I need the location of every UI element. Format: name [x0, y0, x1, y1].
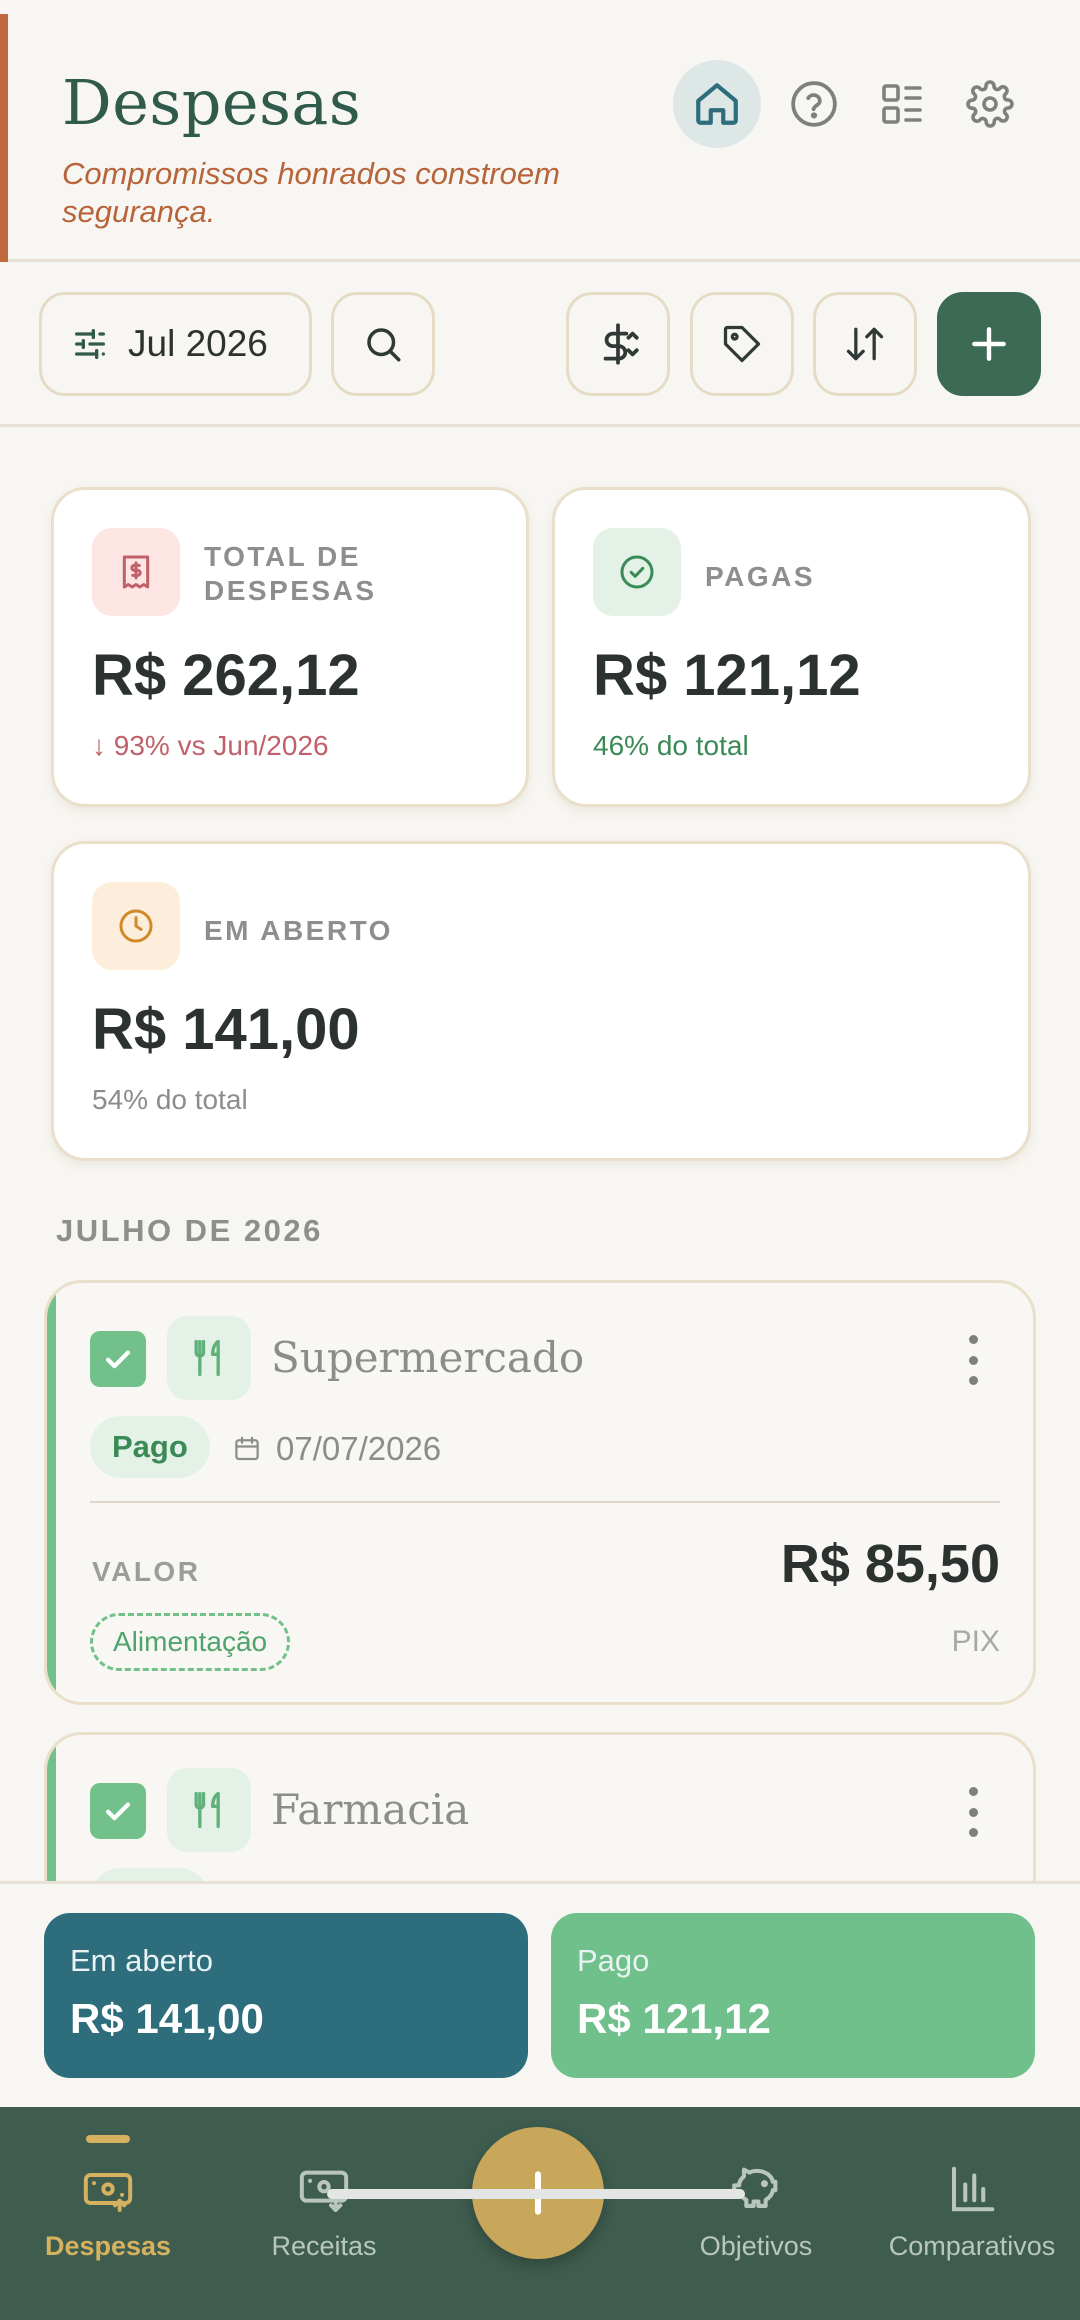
bar-chart-icon — [951, 2166, 995, 2212]
total-amount: R$ 262,12 — [92, 643, 360, 708]
month-section-title: JULHO DE 2026 — [56, 1213, 323, 1248]
money-out-icon — [83, 2173, 133, 2212]
due-date-text: 07/07/2026 — [276, 1430, 442, 1467]
page-subtitle: Compromissos honrados constroem seguranç… — [62, 156, 560, 229]
nav-item-objetivos[interactable]: Objetivos — [648, 2107, 864, 2320]
nav-label: Despesas — [44, 2231, 172, 2261]
utensils-icon — [194, 1339, 220, 1377]
open-total-card[interactable]: Em aberto R$ 141,00 — [44, 1913, 528, 2078]
expense-item[interactable]: Supermercado Pago 07/07/2026 VALOR R$ 85… — [44, 1280, 1036, 1705]
home-indicator[interactable] — [327, 2189, 745, 2199]
clock-icon — [119, 909, 153, 943]
search-icon — [367, 328, 401, 362]
open-total-value: R$ 141,00 — [70, 1995, 264, 2042]
expense-name: Farmacia — [271, 1785, 470, 1834]
check-circle-icon — [620, 555, 654, 589]
category-tag[interactable]: Alimentação — [90, 1613, 291, 1671]
paid-total-card[interactable]: Pago R$ 121,12 — [551, 1913, 1035, 2078]
open-amount: R$ 141,00 — [92, 997, 360, 1062]
home-button[interactable] — [673, 60, 761, 148]
nav-label: Comparativos — [888, 2231, 1056, 2261]
expense-amount: R$ 85,50 — [780, 1534, 1000, 1594]
home-icon — [696, 83, 738, 125]
open-percent: 54% do total — [92, 1084, 248, 1115]
help-button[interactable] — [770, 60, 858, 148]
more-options-button[interactable] — [963, 1335, 983, 1385]
open-total-label: Em aberto — [70, 1943, 214, 1978]
help-icon — [791, 81, 837, 127]
clock-icon-box — [92, 882, 180, 970]
sort-arrows-icon — [846, 327, 884, 361]
gear-icon — [966, 80, 1014, 128]
filter-sliders-icon — [75, 329, 106, 359]
month-label: Jul 2026 — [128, 323, 268, 364]
plus-icon — [972, 327, 1006, 361]
total-comparison: ↓ 93% vs Jun/2026 — [92, 730, 329, 761]
status-badge: Pago — [90, 1416, 210, 1478]
category-icon-box — [167, 1768, 251, 1852]
nav-item-receitas[interactable]: Receitas — [216, 2107, 432, 2320]
paid-card: PAGAS R$ 121,12 46% do total — [552, 487, 1031, 807]
nav-label: Objetivos — [699, 2231, 813, 2261]
money-sort-icon — [603, 323, 639, 365]
list-icon — [882, 84, 922, 124]
nav-item-despesas[interactable]: Despesas — [0, 2107, 216, 2320]
page-header: Despesas Compromissos honrados constroem… — [0, 0, 1080, 262]
nav-item-comparativos[interactable]: Comparativos — [864, 2107, 1080, 2320]
divider — [90, 1501, 1000, 1503]
tag-icon — [723, 325, 761, 363]
header-accent-bar — [0, 14, 8, 262]
list-view-button[interactable] — [858, 60, 946, 148]
due-date: 07/07/2026 — [232, 1430, 441, 1468]
bottom-nav: Despesas Receitas Objetivos Comparativos — [0, 2107, 1080, 2320]
totals-bar: Em aberto R$ 141,00 Pago R$ 121,12 — [0, 1881, 1080, 2107]
month-filter-button[interactable]: Jul 2026 — [39, 292, 312, 396]
paid-checkbox[interactable] — [90, 1331, 146, 1387]
page-title: Despesas — [62, 66, 362, 139]
paid-total-label: Pago — [577, 1943, 650, 1978]
calendar-icon — [235, 1436, 259, 1461]
category-icon-box — [167, 1316, 251, 1400]
check-circle-icon-box — [593, 528, 681, 616]
total-label: TOTAL DE DESPESAS — [204, 541, 377, 606]
status-bar — [47, 1283, 56, 1702]
amount-sort-button[interactable] — [566, 292, 670, 396]
payment-method: PIX — [951, 1625, 1000, 1658]
nav-label: Receitas — [271, 2231, 377, 2261]
paid-total-value: R$ 121,12 — [577, 1995, 771, 2042]
receipt-icon — [122, 555, 150, 589]
check-icon — [105, 1350, 131, 1369]
paid-percent: 46% do total — [593, 730, 749, 761]
add-expense-button[interactable] — [937, 292, 1041, 396]
search-button[interactable] — [331, 292, 435, 396]
value-label: VALOR — [92, 1556, 201, 1587]
sort-button[interactable] — [813, 292, 917, 396]
open-label: EM ABERTO — [204, 915, 393, 946]
paid-checkbox[interactable] — [90, 1783, 146, 1839]
open-card: EM ABERTO R$ 141,00 54% do total — [51, 841, 1031, 1161]
more-options-button[interactable] — [963, 1787, 983, 1837]
active-indicator — [86, 2135, 130, 2143]
paid-amount: R$ 121,12 — [593, 643, 861, 708]
receipt-icon-box — [92, 528, 180, 616]
settings-button[interactable] — [946, 60, 1034, 148]
total-expenses-card: TOTAL DE DESPESAS R$ 262,12 ↓ 93% vs Jun… — [51, 487, 529, 807]
expense-name: Supermercado — [271, 1333, 585, 1382]
tag-filter-button[interactable] — [690, 292, 794, 396]
utensils-icon — [194, 1791, 220, 1829]
toolbar: Jul 2026 — [0, 265, 1080, 427]
check-icon — [105, 1802, 131, 1821]
paid-label: PAGAS — [705, 561, 815, 592]
